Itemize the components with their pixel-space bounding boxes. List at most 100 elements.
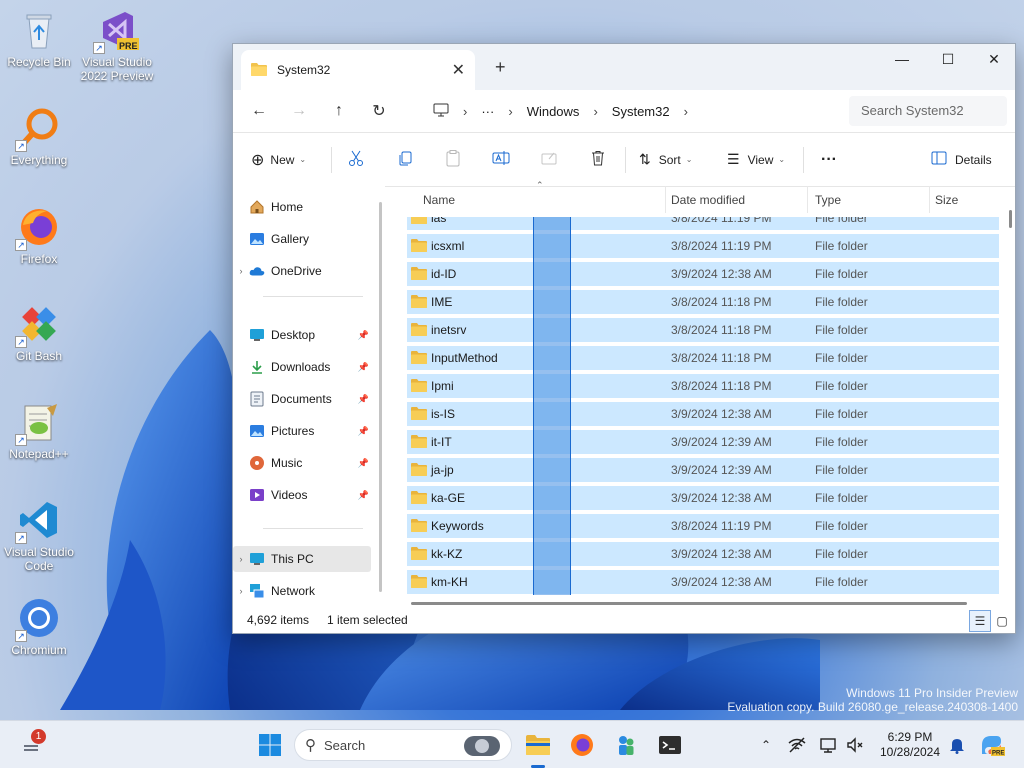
table-row[interactable]: Ipmi 3/8/2024 11:18 PM File folder — [407, 374, 999, 398]
table-row[interactable]: is-IS 3/9/2024 12:38 AM File folder — [407, 402, 999, 426]
share-button[interactable] — [540, 133, 558, 186]
up-arrow-icon[interactable]: ↑ — [319, 102, 359, 120]
view-button[interactable]: ☰ View ⌄ — [727, 133, 785, 186]
paste-button[interactable] — [444, 133, 462, 186]
pin-icon[interactable]: 📌 — [358, 330, 369, 341]
nav-item-this-pc[interactable]: › This PC — [233, 546, 371, 572]
cut-button[interactable] — [347, 133, 365, 186]
new-tab-button[interactable]: + — [495, 57, 506, 78]
nav-item-videos[interactable]: Videos 📌 — [233, 482, 371, 508]
breadcrumb-system32[interactable]: System32 — [612, 104, 670, 119]
file-name: IME — [431, 295, 453, 309]
table-row[interactable]: ka-GE 3/9/2024 12:38 AM File folder — [407, 486, 999, 510]
table-row[interactable]: ias 3/8/2024 11:19 PM File folder — [407, 217, 999, 230]
close-tab-icon[interactable]: ✕ — [452, 60, 465, 80]
nav-scrollbar[interactable] — [379, 202, 382, 592]
nav-item-documents[interactable]: Documents 📌 — [233, 386, 371, 412]
volume-muted-icon[interactable] — [844, 729, 866, 761]
nav-item-onedrive[interactable]: › OneDrive — [233, 258, 371, 284]
nav-item-downloads[interactable]: Downloads 📌 — [233, 354, 371, 380]
taskbar-search[interactable]: ⚲ Search — [294, 729, 512, 761]
nav-label: Videos — [271, 488, 308, 502]
table-row[interactable]: ja-jp 3/9/2024 12:39 AM File folder — [407, 458, 999, 482]
minimize-button[interactable]: — — [879, 44, 925, 74]
details-pane-button[interactable]: Details — [931, 133, 992, 186]
new-button[interactable]: ⊕ New ⌄ — [251, 133, 306, 186]
more-options-button[interactable]: ··· — [821, 133, 837, 186]
column-header-type[interactable]: Type — [815, 186, 841, 213]
chevron-right-icon[interactable]: › — [233, 266, 249, 276]
column-header-size[interactable]: Size — [935, 186, 958, 213]
table-row[interactable]: Keywords 3/8/2024 11:19 PM File folder — [407, 514, 999, 538]
column-header-name[interactable]: Name — [423, 186, 455, 213]
pin-icon[interactable]: 📌 — [358, 362, 369, 373]
nav-item-home[interactable]: Home — [233, 194, 371, 220]
network-status-icon[interactable] — [786, 729, 808, 761]
desktop-icon-git-bash[interactable]: ↗ Git Bash — [0, 302, 78, 363]
column-divider[interactable] — [665, 186, 666, 213]
table-row[interactable]: it-IT 3/9/2024 12:39 AM File folder — [407, 430, 999, 454]
forward-arrow-icon[interactable]: → — [279, 102, 319, 120]
sort-button[interactable]: ⇅ Sort ⌄ — [639, 133, 692, 186]
start-button[interactable] — [256, 729, 284, 761]
horizontal-scrollbar[interactable] — [411, 602, 967, 605]
widgets-button[interactable]: 1 — [16, 729, 50, 761]
pin-icon[interactable]: 📌 — [358, 458, 369, 469]
desktop-icon-visual-studio-preview[interactable]: PRE ↗ Visual Studio 2022 Preview — [78, 8, 156, 83]
system-clock[interactable]: 6:29 PM 10/28/2024 — [872, 730, 948, 760]
copilot-preview-icon[interactable]: PRE — [978, 729, 1006, 761]
breadcrumb-windows[interactable]: Windows — [527, 104, 580, 119]
nav-item-music[interactable]: Music 📌 — [233, 450, 371, 476]
table-row[interactable]: km-KH 3/9/2024 12:38 AM File folder — [407, 570, 999, 594]
refresh-icon[interactable]: ↻ — [359, 101, 399, 121]
pin-icon[interactable]: 📌 — [358, 490, 369, 501]
desktop-icon-firefox[interactable]: ↗ Firefox — [0, 205, 78, 266]
column-divider[interactable] — [929, 186, 930, 213]
chevron-right-icon[interactable]: › — [233, 586, 249, 596]
breadcrumb-overflow[interactable]: ··· — [481, 104, 494, 119]
table-row[interactable]: id-ID 3/9/2024 12:38 AM File folder — [407, 262, 999, 286]
rename-button[interactable] — [492, 133, 510, 186]
show-hidden-icons-chevron-icon[interactable]: ⌃ — [756, 729, 776, 761]
table-row[interactable]: inetsrv 3/8/2024 11:18 PM File folder — [407, 318, 999, 342]
close-window-button[interactable]: ✕ — [971, 44, 1017, 74]
search-input[interactable]: Search System32 — [849, 96, 1007, 126]
taskbar-store-app[interactable] — [610, 729, 642, 761]
desktop-icon-chromium[interactable]: ↗ Chromium — [0, 596, 78, 657]
pin-icon[interactable]: 📌 — [358, 426, 369, 437]
column-header-date[interactable]: Date modified — [671, 186, 745, 213]
nav-item-pictures[interactable]: Pictures 📌 — [233, 418, 371, 444]
vertical-scrollbar[interactable] — [1009, 210, 1012, 228]
nav-item-gallery[interactable]: Gallery — [233, 226, 371, 252]
tiles-view-icon[interactable]: ▢ — [991, 610, 1013, 632]
column-divider[interactable] — [807, 186, 808, 213]
nav-label: Music — [271, 456, 303, 470]
desktop-icon-everything[interactable]: ↗ Everything — [0, 106, 78, 167]
desktop-icon-notepad-plus-plus[interactable]: ↗ Notepad++ — [0, 400, 78, 461]
notification-bell-icon[interactable] — [946, 729, 968, 761]
table-row[interactable]: IME 3/8/2024 11:18 PM File folder — [407, 290, 999, 314]
desktop-icon-recycle-bin[interactable]: Recycle Bin — [0, 8, 78, 69]
copy-button[interactable] — [396, 133, 414, 186]
table-row[interactable]: icsxml 3/8/2024 11:19 PM File folder — [407, 234, 999, 258]
taskbar-firefox[interactable] — [566, 729, 598, 761]
tab-system32[interactable]: System32 ✕ — [241, 50, 475, 90]
table-row[interactable]: InputMethod 3/8/2024 11:18 PM File folde… — [407, 346, 999, 370]
chevron-right-icon[interactable]: › — [684, 104, 688, 119]
desktop-icon-label: Everything — [10, 153, 68, 167]
back-arrow-icon[interactable]: ← — [239, 102, 279, 120]
taskbar-file-explorer[interactable] — [522, 729, 554, 761]
nav-item-desktop[interactable]: Desktop 📌 — [233, 322, 371, 348]
table-row[interactable]: kk-KZ 3/9/2024 12:38 AM File folder — [407, 542, 999, 566]
details-view-icon[interactable]: ☰ — [969, 610, 991, 632]
address-bar[interactable]: › ··· › Windows › System32 › — [433, 96, 839, 126]
nav-item-network[interactable]: › Network — [233, 578, 371, 604]
taskbar-terminal[interactable] — [654, 729, 686, 761]
maximize-button[interactable]: ☐ — [925, 44, 971, 74]
chevron-right-icon[interactable]: › — [233, 554, 249, 564]
evaluation-watermark: Windows 11 Pro Insider Preview Evaluatio… — [727, 686, 1018, 714]
delete-button[interactable] — [589, 133, 607, 186]
pin-icon[interactable]: 📌 — [358, 394, 369, 405]
display-status-icon[interactable] — [818, 729, 840, 761]
desktop-icon-vscode[interactable]: ↗ Visual Studio Code — [0, 498, 78, 573]
